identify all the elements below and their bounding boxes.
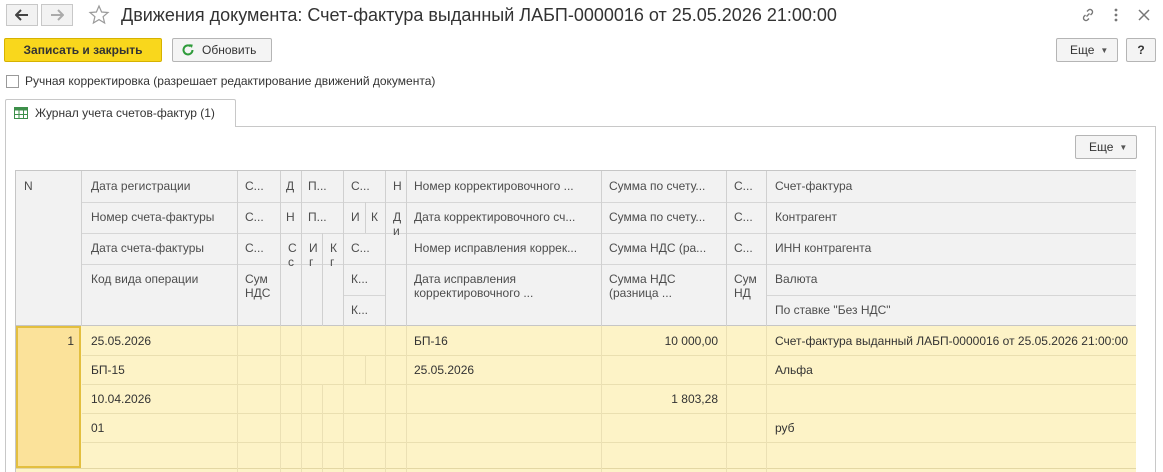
window-title: Движения документа: Счет-фактура выданны… xyxy=(121,5,837,25)
header-col6-r5[interactable]: К... xyxy=(351,303,383,317)
more-button[interactable]: Еще ▼ xyxy=(1056,38,1118,62)
header-col2-r3[interactable]: С... xyxy=(245,241,277,255)
save-and-close-button[interactable]: Записать и закрыть xyxy=(4,38,162,62)
cell-currency[interactable]: руб xyxy=(775,421,1136,435)
header-correction-number[interactable]: Номер корректировочного ... xyxy=(414,179,594,193)
header-col6b-r2[interactable]: К xyxy=(371,210,383,224)
cell-invoice-sum[interactable]: 10 000,00 xyxy=(609,334,718,348)
close-icon xyxy=(1138,9,1150,21)
cell-correction-date[interactable]: 25.05.2026 xyxy=(414,363,594,377)
header-n[interactable]: N xyxy=(24,179,74,193)
arrow-left-icon xyxy=(15,9,28,21)
cell-invoice-number[interactable]: БП-15 xyxy=(91,363,231,377)
header-col7-r2[interactable]: Д и xyxy=(393,210,403,238)
manual-edit-label: Ручная корректировка (разрешает редактир… xyxy=(25,74,436,88)
header-vat-sum[interactable]: Сум НДС xyxy=(245,272,277,300)
movements-table[interactable]: N Дата регистрации Номер счета-фактуры Д… xyxy=(15,170,1136,472)
header-correction-fix-number[interactable]: Номер исправления коррек... xyxy=(414,241,594,255)
more-vertical-icon xyxy=(1114,8,1118,22)
forward-button[interactable] xyxy=(41,4,73,26)
star-icon xyxy=(88,4,110,25)
header-no-vat-rate[interactable]: По ставке "Без НДС" xyxy=(775,303,1135,317)
save-and-close-label: Записать и закрыть xyxy=(23,43,143,57)
row-number: 1 xyxy=(67,334,74,348)
tab-invoice-journal[interactable]: Журнал учета счетов-фактур (1) xyxy=(5,99,236,127)
header-invoice-sum-1[interactable]: Сумма по счету... xyxy=(609,179,721,193)
table-icon xyxy=(14,107,28,119)
header-col6-r4[interactable]: К... xyxy=(351,272,383,286)
link-button[interactable] xyxy=(1080,7,1096,23)
chevron-down-icon: ▼ xyxy=(1100,45,1109,55)
header-correction-fix-date[interactable]: Дата исправления корректировочного ... xyxy=(414,272,594,300)
header-registration-date[interactable]: Дата регистрации xyxy=(91,179,231,193)
header-col3-r2[interactable]: Н xyxy=(286,210,298,224)
cell-vat-diff[interactable]: 1 803,28 xyxy=(609,392,718,406)
favorite-button[interactable] xyxy=(88,4,110,26)
more-label: Еще xyxy=(1070,43,1095,57)
header-counterparty-inn[interactable]: ИНН контрагента xyxy=(775,241,1135,255)
header-counterparty[interactable]: Контрагент xyxy=(775,210,1135,224)
header-col2-r1[interactable]: С... xyxy=(245,179,277,193)
header-col3-r1[interactable]: Д xyxy=(286,179,298,193)
header-invoice[interactable]: Счет-фактура xyxy=(775,179,1135,193)
grid-more-label: Еще xyxy=(1089,140,1114,154)
header-col4-r3[interactable]: И г xyxy=(309,241,319,269)
header-col10-r2[interactable]: С... xyxy=(734,210,764,224)
header-col6-r1[interactable]: С... xyxy=(351,179,383,193)
header-col10-r1[interactable]: С... xyxy=(734,179,764,193)
header-col6-r2[interactable]: И xyxy=(351,210,363,224)
header-currency[interactable]: Валюта xyxy=(775,272,1135,286)
cell-correction-number[interactable]: БП-16 xyxy=(414,334,594,348)
grid-more-button[interactable]: Еще ▼ xyxy=(1075,135,1137,159)
window-menu-button[interactable] xyxy=(1108,7,1124,23)
header-invoice-number[interactable]: Номер счета-фактуры xyxy=(91,210,231,224)
chevron-down-icon: ▼ xyxy=(1119,142,1128,152)
header-col10-r3[interactable]: С... xyxy=(734,241,764,255)
header-col5-r3[interactable]: К г xyxy=(330,241,340,269)
manual-edit-checkbox[interactable] xyxy=(6,75,19,88)
header-col10-r4[interactable]: Сум НД xyxy=(734,272,764,300)
header-vat-diff-2[interactable]: Сумма НДС (разница ... xyxy=(609,272,721,300)
close-button[interactable] xyxy=(1136,7,1152,23)
header-col4-r2[interactable]: П... xyxy=(308,210,340,224)
refresh-button[interactable]: Обновить xyxy=(172,38,272,62)
header-operation-code[interactable]: Код вида операции xyxy=(91,272,231,286)
help-button[interactable]: ? xyxy=(1126,38,1156,62)
back-button[interactable] xyxy=(6,4,38,26)
header-col3-r3[interactable]: С с xyxy=(288,241,298,269)
header-correction-date[interactable]: Дата корректировочного сч... xyxy=(414,210,594,224)
header-col4-r1[interactable]: П... xyxy=(308,179,340,193)
header-invoice-date[interactable]: Дата счета-фактуры xyxy=(91,241,231,255)
refresh-label: Обновить xyxy=(202,43,257,57)
cell-counterparty[interactable]: Альфа xyxy=(775,363,1136,377)
header-vat-diff-1[interactable]: Сумма НДС (ра... xyxy=(609,241,721,255)
link-icon xyxy=(1082,8,1094,22)
cell-invoice[interactable]: Счет-фактура выданный ЛАБП-0000016 от 25… xyxy=(775,334,1136,348)
refresh-icon xyxy=(182,44,194,56)
cell-operation-code[interactable]: 01 xyxy=(91,421,231,435)
help-label: ? xyxy=(1137,43,1145,57)
header-col7-r1[interactable]: Н xyxy=(393,179,405,193)
tab-invoice-journal-label: Журнал учета счетов-фактур (1) xyxy=(35,106,215,120)
cell-registration-date[interactable]: 25.05.2026 xyxy=(91,334,231,348)
cell-invoice-date[interactable]: 10.04.2026 xyxy=(91,392,231,406)
header-col2-r2[interactable]: С... xyxy=(245,210,277,224)
arrow-right-icon xyxy=(51,9,64,21)
header-invoice-sum-2[interactable]: Сумма по счету... xyxy=(609,210,721,224)
header-col6-r3[interactable]: С... xyxy=(351,241,383,255)
